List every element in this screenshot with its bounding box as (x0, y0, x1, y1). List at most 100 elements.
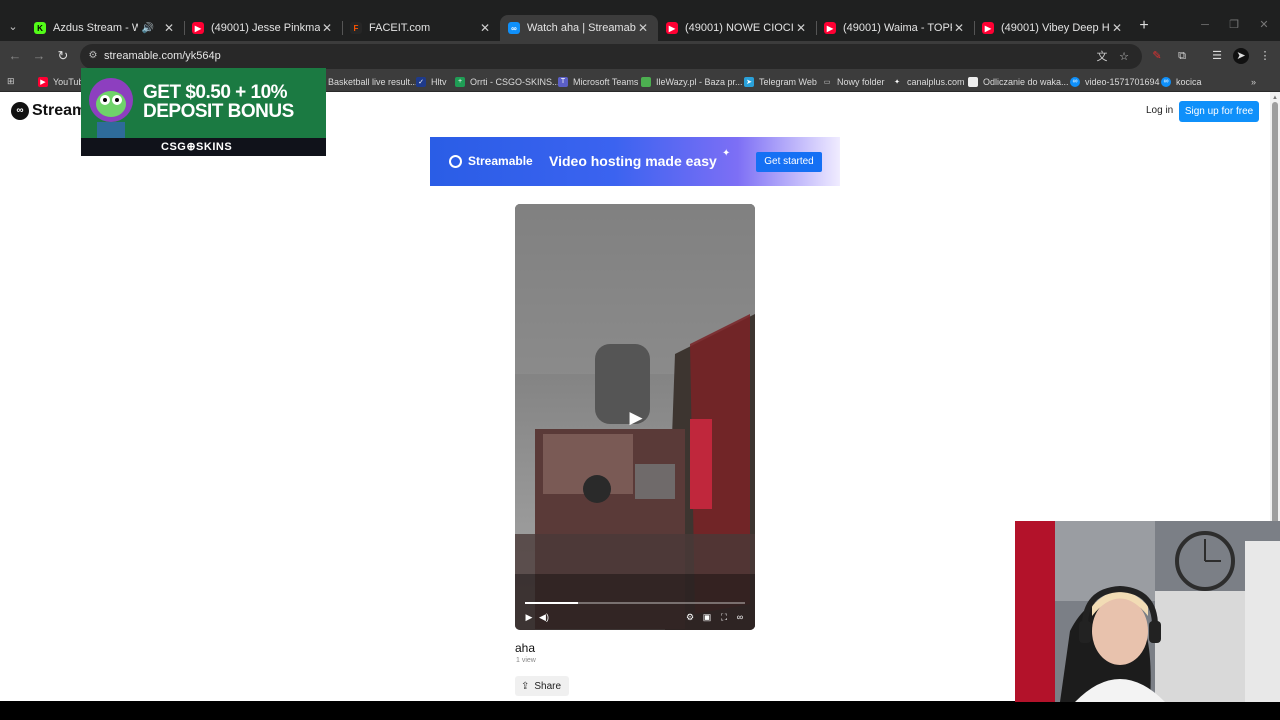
close-icon[interactable]: ✕ (162, 21, 176, 35)
telegram-icon: ➤ (744, 76, 754, 87)
bookmark-label: canalplus.com (907, 76, 965, 87)
bookmark-label: Basketball live result... (328, 76, 418, 87)
streamable-logo-icon: ∞ (11, 102, 29, 120)
extensions-puzzle-icon[interactable]: ⧉ (1174, 48, 1190, 64)
tab-search-icon[interactable]: ⌄ (4, 18, 22, 36)
speaker-icon[interactable]: 🔊 (142, 23, 154, 34)
play-button-icon[interactable]: ▶ (523, 611, 535, 623)
get-started-button[interactable]: Get started (756, 152, 822, 172)
bookmark-label: IleWazy.pl - Baza pr... (656, 76, 743, 87)
close-icon[interactable]: ✕ (636, 21, 650, 35)
bookmark-star-icon[interactable]: ☆ (1116, 49, 1132, 65)
progress-bar[interactable] (525, 602, 745, 604)
profile-avatar[interactable]: ➤ (1233, 48, 1249, 64)
streamable-icon: ∞ (1161, 76, 1171, 87)
promo-brand-text: Streamable (468, 154, 533, 168)
tab-streamable[interactable]: ∞ Watch aha | Streamable ✕ (500, 15, 658, 41)
menu-kebab-icon[interactable]: ⋮ (1257, 48, 1273, 64)
new-tab-icon[interactable]: + (1136, 18, 1152, 34)
tab-waima[interactable]: ▶ (49001) Waima - TOPFLOOR - V ✕ (816, 15, 974, 41)
mascot-image (89, 78, 133, 140)
close-icon[interactable]: ✕ (1110, 21, 1124, 35)
bookmark-label: Telegram Web (759, 76, 817, 87)
reload-icon[interactable]: ↻ (55, 48, 71, 64)
bookmark-folder[interactable]: ▭ Nowy folder (822, 74, 885, 89)
webcam-image (1015, 521, 1280, 702)
close-icon[interactable]: ✕ (952, 21, 966, 35)
bookmark-csgo-skins[interactable]: + Orrti - CSGO-SKINS... (455, 74, 560, 89)
streamable-icon: ∞ (508, 22, 520, 34)
hltv-icon: ✓ (416, 76, 426, 87)
video-player[interactable]: ▶ ▶ ◀) ⚙ ▣ ⛶ ∞ (515, 204, 755, 630)
csgo-skins-ad-overlay[interactable]: GET $0.50 + 10% DEPOSIT BONUS CSG⊕SKINS (81, 68, 326, 156)
tab-title: Watch aha | Streamable (527, 22, 636, 34)
apps-grid-icon[interactable]: ⊞ (7, 74, 15, 89)
tab-title: (49001) NOWE CIOCIE - Rydaw (685, 22, 794, 34)
tab-azdus-stream[interactable]: K Azdus Stream - Watch Live 🔊 ✕ (26, 15, 184, 41)
logo-text: Stream (32, 102, 87, 119)
tab-title: Azdus Stream - Watch Live (53, 22, 138, 34)
more-bookmarks-icon[interactable]: » (1251, 74, 1256, 89)
youtube-icon: ▶ (982, 22, 994, 34)
tab-title: (49001) Vibey Deep House Mix (1001, 22, 1110, 34)
settings-icon[interactable]: ⚙ (684, 611, 696, 623)
share-label: Share (534, 680, 562, 692)
bookmark-odliczanie[interactable]: Odliczanie do waka... (968, 74, 1069, 89)
extension-icon[interactable]: ✎ (1149, 48, 1165, 64)
tab-faceit[interactable]: F FACEIT.com ✕ (342, 15, 500, 41)
forward-icon[interactable]: → (31, 48, 47, 64)
bookmark-telegram[interactable]: ➤ Telegram Web (744, 74, 817, 89)
sparkle-icon: ✦ (722, 148, 731, 159)
close-icon[interactable]: ✕ (478, 21, 492, 35)
tab-title: (49001) Jesse Pinkman - YouTube (211, 22, 320, 34)
video-title: aha (515, 641, 536, 655)
back-icon[interactable]: ← (7, 48, 23, 64)
tab-strip: ⌄ K Azdus Stream - Watch Live 🔊 ✕ ▶ (490… (0, 0, 1280, 41)
signup-button[interactable]: Sign up for free (1179, 101, 1259, 122)
fullscreen-icon[interactable]: ⛶ (718, 611, 730, 623)
bookmark-label: Microsoft Teams (573, 76, 639, 87)
bookmark-ilewazy[interactable]: IleWazy.pl - Baza pr... (641, 74, 743, 89)
play-icon[interactable]: ▶ (625, 407, 647, 429)
streamable-logo[interactable]: ∞ Stream (11, 102, 86, 120)
streamable-logo-icon (449, 154, 462, 168)
close-icon[interactable]: ✕ (794, 21, 808, 35)
bookmark-kocica[interactable]: ∞ kocica (1161, 74, 1202, 89)
close-icon[interactable]: ✕ (320, 21, 334, 35)
bookmark-video[interactable]: ∞ video-1571701694 (1070, 74, 1160, 89)
folder-icon: ▭ (823, 78, 831, 86)
view-count: 1 view (516, 657, 536, 664)
picture-in-picture-icon[interactable]: ▣ (701, 611, 713, 623)
csgo-skins-icon: + (455, 76, 465, 87)
teams-icon: T (558, 76, 568, 87)
bookmark-label: kocica (1176, 76, 1202, 87)
bookmark-hltv[interactable]: ✓ Hltv (416, 74, 447, 89)
maximize-icon[interactable]: ❐ (1227, 18, 1241, 32)
bookmark-label: Nowy folder (837, 76, 885, 87)
volume-icon[interactable]: ◀) (538, 611, 550, 623)
streamable-watermark-icon[interactable]: ∞ (734, 611, 746, 623)
site-info-icon[interactable]: ⚙ (86, 49, 100, 63)
media-control-icon[interactable]: ☰ (1209, 48, 1225, 64)
share-button[interactable]: ⇪ Share (515, 676, 569, 696)
bookmark-canalplus[interactable]: ✦ canalplus.com (892, 74, 965, 89)
address-bar[interactable]: ⚙ streamable.com/yk564p 文 ☆ (80, 44, 1142, 69)
browser-toolbar: ← → ↻ ⚙ streamable.com/yk564p 文 ☆ ✎ ⧉ ☰ … (0, 41, 1280, 71)
close-window-icon[interactable]: ✕ (1257, 18, 1271, 32)
tab-nowe-ciocie[interactable]: ▶ (49001) NOWE CIOCIE - Rydaw ✕ (658, 15, 816, 41)
webcam-overlay (1015, 521, 1280, 702)
kick-icon: K (34, 22, 46, 34)
promo-banner[interactable]: Streamable Video hosting made easy ✦ Get… (430, 137, 840, 186)
url-text[interactable]: streamable.com/yk564p (104, 50, 221, 62)
minimize-icon[interactable]: ─ (1198, 18, 1212, 32)
scroll-up-icon[interactable]: ▲ (1271, 94, 1279, 102)
bookmark-label: Orrti - CSGO-SKINS... (470, 76, 560, 87)
login-link[interactable]: Log in (1146, 105, 1173, 116)
tab-jesse-pinkman[interactable]: ▶ (49001) Jesse Pinkman - YouTube ✕ (184, 15, 342, 41)
bookmark-basketball[interactable]: Basketball live result... (313, 74, 418, 89)
tab-vibey-deep-house[interactable]: ▶ (49001) Vibey Deep House Mix ✕ (974, 15, 1132, 41)
bottom-black-bar (0, 701, 1280, 720)
youtube-icon: ▶ (192, 22, 204, 34)
bookmark-microsoft-teams[interactable]: T Microsoft Teams (558, 74, 638, 89)
translate-icon[interactable]: 文 (1094, 49, 1110, 65)
